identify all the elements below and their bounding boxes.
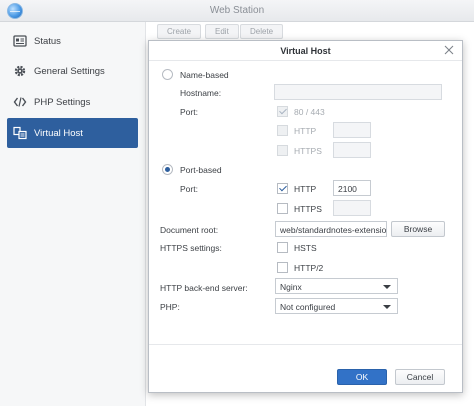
dialog-title: Virtual Host <box>280 46 331 56</box>
name-based-radio[interactable] <box>162 69 173 80</box>
virtual-host-dialog: Virtual Host Name-based Hostname: Port: … <box>148 40 463 393</box>
delete-button[interactable]: Delete <box>240 24 284 39</box>
name-https-checkbox[interactable] <box>277 145 288 156</box>
window-titlebar: Web Station <box>0 0 474 22</box>
sidebar: Status General Settings PHP Settings Vir… <box>0 22 146 406</box>
dialog-header: Virtual Host <box>149 41 462 61</box>
http2-label: HTTP/2 <box>294 263 324 273</box>
http-label: HTTP <box>294 184 317 194</box>
sidebar-item-status[interactable]: Status <box>7 26 138 56</box>
https-port-input[interactable] <box>333 200 371 216</box>
browse-button[interactable]: Browse <box>391 221 445 237</box>
hsts-label: HSTS <box>294 243 317 253</box>
status-panel-icon <box>13 34 27 48</box>
sidebar-item-label: General Settings <box>34 65 105 77</box>
chevron-down-icon <box>383 305 391 309</box>
document-root-input[interactable]: web/standardnotes-extensio <box>275 221 387 237</box>
close-icon[interactable] <box>444 45 454 55</box>
name-https-port-input[interactable] <box>333 142 371 158</box>
gear-icon <box>13 64 27 78</box>
create-button[interactable]: Create <box>157 24 202 39</box>
name-http-label: HTTP <box>294 126 317 136</box>
hostname-label: Hostname: <box>180 88 222 98</box>
https-checkbox[interactable] <box>277 203 288 214</box>
default-port-label: 80 / 443 <box>294 107 325 117</box>
dialog-footer: OK Cancel <box>149 344 462 392</box>
dialog-body: Name-based Hostname: Port: 80 / 443 HTTP… <box>149 62 462 344</box>
sidebar-item-label: Virtual Host <box>34 127 83 139</box>
port-based-port-label: Port: <box>180 184 198 194</box>
php-label: PHP: <box>160 302 180 312</box>
window-title: Web Station <box>209 5 265 16</box>
http2-checkbox[interactable] <box>277 262 288 273</box>
name-https-label: HTTPS <box>294 146 322 156</box>
https-label: HTTPS <box>294 204 322 214</box>
hsts-checkbox[interactable] <box>277 242 288 253</box>
hostname-input[interactable] <box>274 84 442 100</box>
php-value: Not configured <box>280 302 336 312</box>
sidebar-item-label: Status <box>34 35 61 47</box>
ok-button[interactable]: OK <box>337 369 387 385</box>
php-select[interactable]: Not configured <box>275 298 398 314</box>
name-based-label: Name-based <box>180 70 229 80</box>
backend-server-value: Nginx <box>280 282 302 292</box>
name-port-label: Port: <box>180 107 198 117</box>
virtual-host-icon <box>13 126 27 140</box>
sidebar-item-label: PHP Settings <box>34 96 91 108</box>
code-brackets-icon <box>13 95 27 109</box>
backend-server-label: HTTP back-end server: <box>160 283 248 293</box>
sidebar-item-php-settings[interactable]: PHP Settings <box>7 87 138 117</box>
port-based-label: Port-based <box>180 165 222 175</box>
port-based-radio[interactable] <box>162 164 173 175</box>
http-checkbox[interactable] <box>277 183 288 194</box>
edit-button[interactable]: Edit <box>205 24 239 39</box>
name-http-port-input[interactable] <box>333 122 371 138</box>
cancel-button[interactable]: Cancel <box>395 369 445 385</box>
sidebar-item-general-settings[interactable]: General Settings <box>7 56 138 86</box>
http-port-input[interactable]: 2100 <box>333 180 371 196</box>
chevron-down-icon <box>383 285 391 289</box>
backend-server-select[interactable]: Nginx <box>275 278 398 294</box>
document-root-label: Document root: <box>160 225 219 235</box>
default-port-checkbox[interactable] <box>277 106 288 117</box>
name-http-checkbox[interactable] <box>277 125 288 136</box>
sidebar-item-virtual-host[interactable]: Virtual Host <box>7 118 138 148</box>
https-settings-label: HTTPS settings: <box>160 243 222 253</box>
